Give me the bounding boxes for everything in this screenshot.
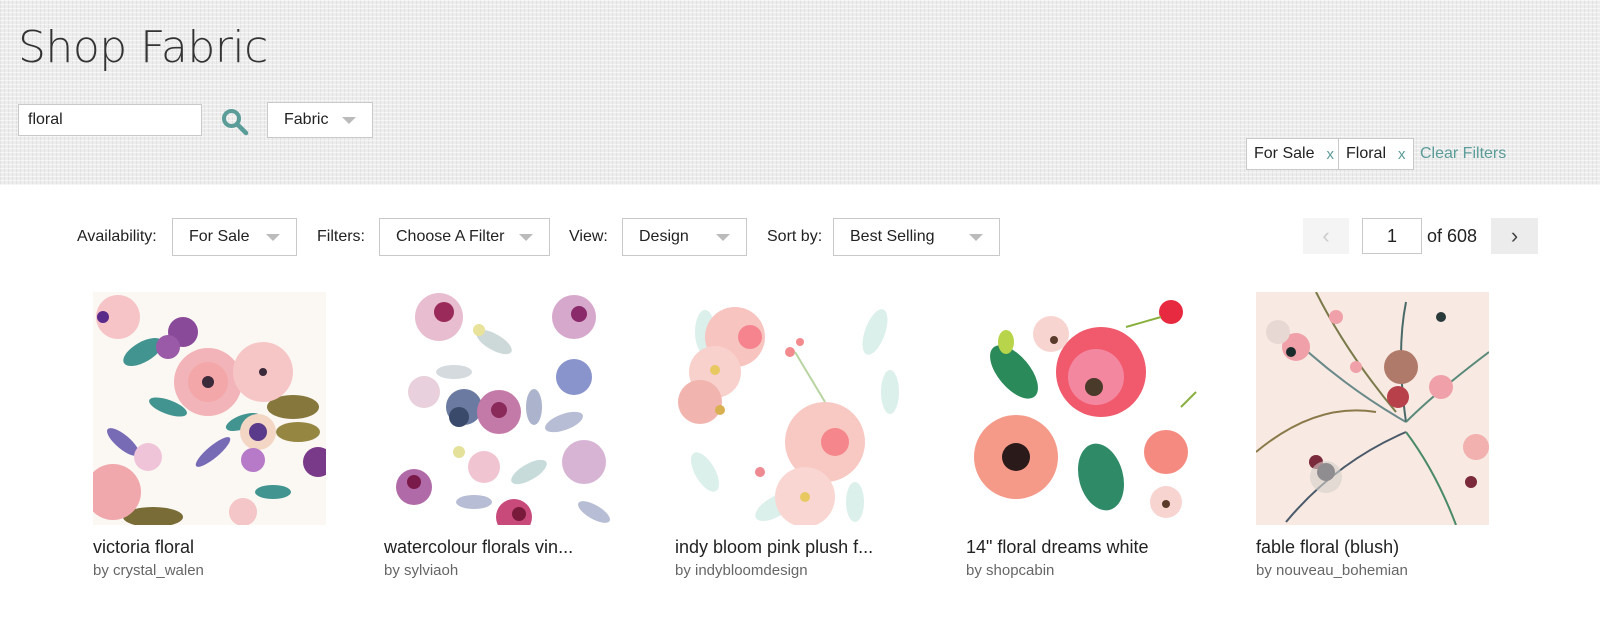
product-name[interactable]: indy bloom pink plush f... bbox=[675, 537, 909, 558]
product-type-value: Fabric bbox=[284, 111, 329, 128]
product-image[interactable] bbox=[675, 292, 908, 525]
filters-select[interactable]: Choose A Filter bbox=[379, 218, 550, 256]
product-image[interactable] bbox=[966, 292, 1199, 525]
next-page-button[interactable]: › bbox=[1491, 218, 1538, 254]
product-name[interactable]: watercolour florals vin... bbox=[384, 537, 618, 558]
filters-label: Filters: bbox=[317, 228, 365, 245]
product-card[interactable]: fable floral (blush) by nouveau_bohemian bbox=[1256, 292, 1490, 579]
filter-chip-floral: Floral x bbox=[1338, 138, 1414, 170]
product-image[interactable] bbox=[1256, 292, 1489, 525]
chevron-down-icon bbox=[342, 116, 356, 124]
view-select[interactable]: Design bbox=[622, 218, 747, 256]
filter-chip-label: Floral bbox=[1346, 145, 1387, 162]
chevron-down-icon bbox=[266, 233, 280, 241]
page-count: of 608 bbox=[1427, 226, 1478, 246]
page-title: Shop Fabric bbox=[18, 22, 268, 73]
sort-select[interactable]: Best Selling bbox=[833, 218, 1000, 256]
product-designer[interactable]: by indybloomdesign bbox=[675, 562, 909, 579]
product-image[interactable] bbox=[384, 292, 617, 525]
chevron-right-icon: › bbox=[1510, 223, 1519, 248]
product-card[interactable]: indy bloom pink plush f... by indybloomd… bbox=[675, 292, 909, 579]
product-name[interactable]: fable floral (blush) bbox=[1256, 537, 1490, 558]
chevron-left-icon: ‹ bbox=[1322, 223, 1330, 248]
sort-value: Best Selling bbox=[850, 228, 935, 245]
product-name[interactable]: 14" floral dreams white bbox=[966, 537, 1200, 558]
filter-chip-label: For Sale bbox=[1254, 145, 1315, 162]
sort-label: Sort by: bbox=[767, 228, 823, 245]
product-designer[interactable]: by sylviaoh bbox=[384, 562, 618, 579]
search-button[interactable] bbox=[220, 107, 250, 137]
product-designer[interactable]: by crystal_walen bbox=[93, 562, 327, 579]
product-designer[interactable]: by shopcabin bbox=[966, 562, 1200, 579]
product-card[interactable]: 14" floral dreams white by shopcabin bbox=[966, 292, 1200, 579]
product-name[interactable]: victoria floral bbox=[93, 537, 327, 558]
previous-page-button[interactable]: ‹ bbox=[1303, 218, 1349, 254]
clear-filters-link[interactable]: Clear Filters bbox=[1420, 145, 1506, 163]
product-card[interactable]: victoria floral by crystal_walen bbox=[93, 292, 327, 579]
product-card[interactable]: watercolour florals vin... by sylviaoh bbox=[384, 292, 618, 579]
page-header: Shop Fabric Fabric For Sale x Floral x C… bbox=[0, 0, 1600, 185]
chevron-down-icon bbox=[716, 233, 730, 241]
availability-label: Availability: bbox=[77, 228, 157, 245]
filter-chip-for-sale: For Sale x bbox=[1246, 138, 1342, 170]
chevron-down-icon bbox=[519, 233, 533, 241]
search-input[interactable] bbox=[18, 104, 202, 136]
remove-filter-icon[interactable]: x bbox=[1398, 146, 1406, 163]
availability-select[interactable]: For Sale bbox=[172, 218, 297, 256]
availability-value: For Sale bbox=[189, 228, 250, 245]
view-value: Design bbox=[639, 228, 689, 245]
chevron-down-icon bbox=[969, 233, 983, 241]
product-designer[interactable]: by nouveau_bohemian bbox=[1256, 562, 1490, 579]
remove-filter-icon[interactable]: x bbox=[1326, 146, 1334, 163]
search-icon bbox=[222, 109, 249, 136]
filters-value: Choose A Filter bbox=[396, 228, 505, 245]
page-number-input[interactable] bbox=[1362, 218, 1422, 254]
product-type-select[interactable]: Fabric bbox=[267, 102, 373, 138]
view-label: View: bbox=[569, 228, 608, 245]
product-image[interactable] bbox=[93, 292, 326, 525]
